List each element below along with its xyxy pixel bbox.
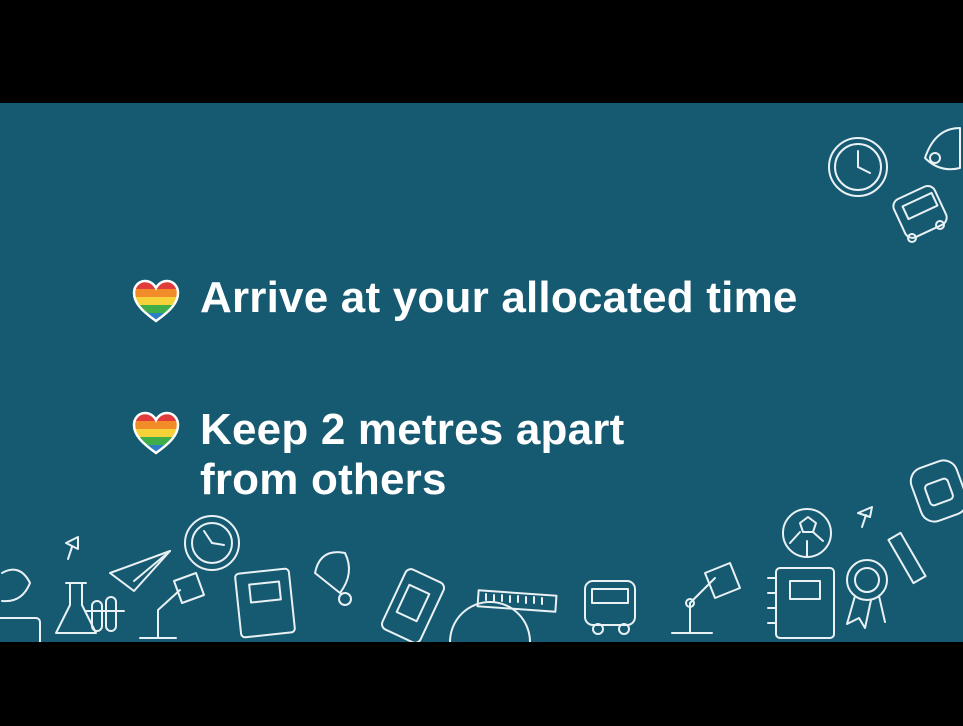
soccer-ball-icon [782, 508, 832, 558]
desk-lamp-icon [671, 562, 741, 634]
school-bus-icon [584, 580, 636, 635]
notebook-icon [234, 567, 296, 639]
letterbox-top [0, 0, 963, 103]
paper-plane-icon [109, 550, 171, 592]
bell-icon [314, 551, 352, 606]
letterbox-bottom [0, 642, 963, 726]
pushpin-icon [65, 536, 79, 560]
clock-icon [828, 137, 888, 197]
bullet-arrive-on-time: Arrive at your allocated time [132, 273, 798, 323]
calculator-icon [380, 568, 446, 642]
ruler-icon [476, 589, 558, 613]
award-medal-icon [846, 559, 888, 629]
bullet-keep-distance: Keep 2 metres apart from others [132, 405, 624, 505]
rainbow-heart-icon [132, 411, 180, 455]
school-doodles-decoration [0, 127, 963, 642]
bullet-text: Arrive at your allocated time [200, 273, 798, 322]
pushpin-icon [857, 506, 873, 528]
bell-icon [924, 127, 961, 171]
lab-flask-icon [55, 582, 97, 634]
pencil-icon [887, 531, 927, 585]
bell-icon [1, 568, 31, 603]
desk-lamp-icon [139, 572, 205, 639]
clock-icon [184, 515, 240, 571]
rainbow-heart-icon [132, 279, 180, 323]
school-bus-icon [892, 184, 948, 243]
notebook-icon [767, 567, 835, 639]
book-icon [0, 617, 41, 642]
test-tubes-icon [85, 596, 125, 632]
slide: Arrive at your allocated time Keep 2 met… [0, 103, 963, 642]
backpack-icon [909, 459, 963, 523]
bullet-text: Keep 2 metres apart from others [200, 405, 625, 504]
